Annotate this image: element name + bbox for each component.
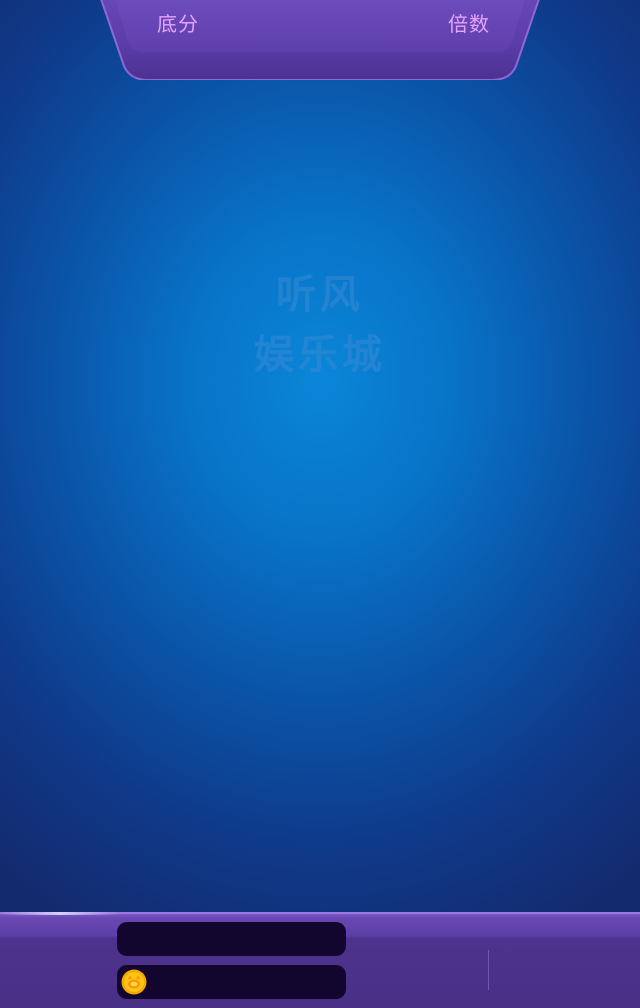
player-coin-box (117, 965, 346, 999)
game-table: 底分 倍数 听风 娱乐城 (0, 0, 640, 1008)
base-score-label: 底分 (157, 12, 199, 36)
multiplier-label: 倍数 (448, 12, 490, 36)
watermark-line1: 听风 (276, 271, 364, 318)
bar-highlight (0, 912, 120, 915)
top-info-panel: 底分 倍数 (100, 0, 540, 80)
bar-divider (488, 950, 489, 990)
player-info-bar (0, 912, 640, 1008)
gold-coin-icon (121, 969, 147, 995)
player-name-box (117, 922, 346, 956)
watermark-line2: 娱乐城 (254, 331, 386, 378)
